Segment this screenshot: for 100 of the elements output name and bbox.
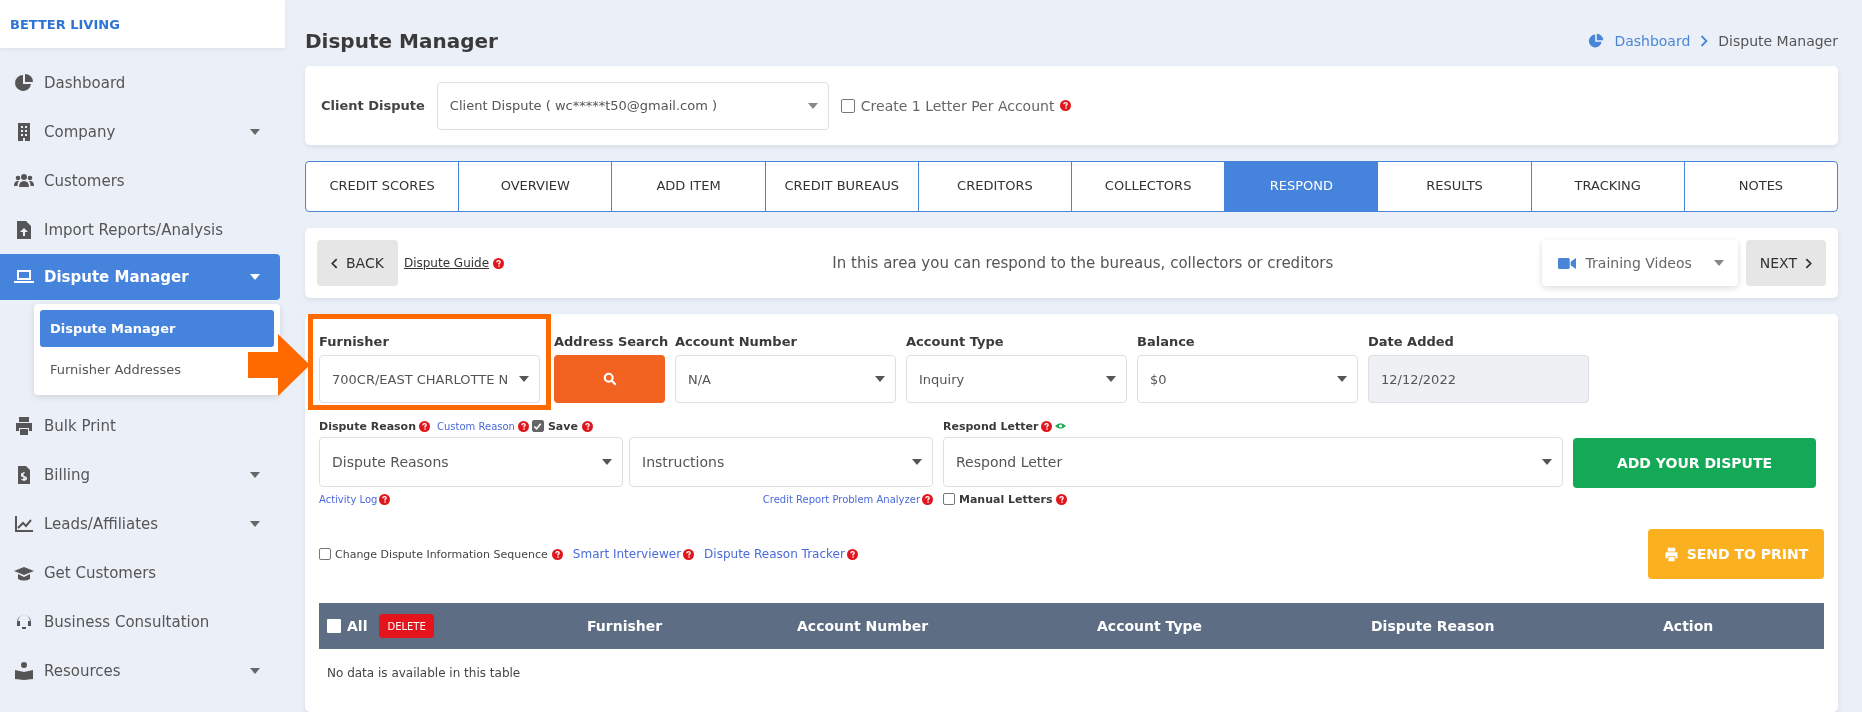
select-field[interactable]: Instructions [629, 437, 933, 487]
tab[interactable]: RESPOND [1225, 162, 1379, 211]
file-upload-icon [14, 219, 34, 240]
sidebar-item[interactable]: Dashboard [0, 58, 280, 107]
checkbox[interactable] [943, 493, 955, 505]
breadcrumb-current: Dispute Manager [1718, 33, 1838, 49]
field-label: Date Added [1368, 334, 1455, 349]
caret-icon [1337, 376, 1347, 382]
arrow-drawing [248, 334, 310, 396]
checkbox-label: Create 1 Letter Per Account [860, 97, 1055, 114]
client-select[interactable]: Client Dispute ( wc*****t50@gmail.com ) [436, 81, 829, 130]
caret-icon [875, 376, 885, 382]
sidebar-item[interactable]: Business Consultation [0, 597, 280, 646]
date-field: 12/12/2022 [1368, 355, 1589, 403]
pie-chart-icon [14, 72, 34, 93]
tab[interactable]: CREDIT BUREAUS [765, 162, 919, 211]
help-icon[interactable] [1056, 493, 1068, 505]
brand-logo[interactable]: BETTER LIVING [0, 0, 285, 48]
caret-icon [912, 459, 922, 465]
column-header: All [347, 618, 368, 634]
activity-log-link[interactable]: Activity Log [319, 493, 378, 505]
checkbox[interactable] [319, 548, 331, 560]
help-icon[interactable] [581, 420, 593, 432]
caret-icon [807, 102, 818, 109]
caret-icon [1106, 376, 1116, 382]
caret-icon [519, 376, 529, 382]
dispute-guide-link[interactable]: Dispute Guide [403, 256, 490, 270]
empty-table-message: No data is available in this table [326, 665, 522, 680]
tab[interactable]: NOTES [1684, 162, 1837, 211]
select-field[interactable]: N/A [675, 355, 896, 403]
help-icon[interactable] [379, 493, 391, 505]
tab[interactable]: RESULTS [1378, 162, 1532, 211]
sidebar-item[interactable]: Leads/Affiliates [0, 499, 280, 548]
select-field[interactable]: 700CR/EAST CHARLOTTE N [319, 355, 540, 403]
help-icon[interactable] [1041, 420, 1053, 432]
printer-icon [1663, 546, 1679, 562]
field-label: Furnisher [319, 334, 390, 349]
checkbox-label: Save [547, 419, 578, 433]
sidebar-item[interactable]: Billing [0, 450, 280, 499]
select-field[interactable]: $0 [1137, 355, 1358, 403]
field-label: Client Dispute [321, 98, 425, 113]
book-reader-icon [14, 660, 34, 681]
checkbox[interactable] [840, 98, 855, 113]
caret-icon [602, 459, 612, 465]
page-title: Dispute Manager [305, 29, 498, 53]
printer-icon [14, 415, 34, 436]
tab[interactable]: TRACKING [1531, 162, 1685, 211]
checkbox-label: Manual Letters [959, 492, 1053, 506]
chevron-right-icon [1805, 257, 1812, 269]
field-label: Account Type [906, 334, 1005, 349]
checkbox[interactable] [327, 619, 341, 633]
training-videos-dropdown[interactable]: Training Videos [1541, 240, 1738, 286]
select-field[interactable]: Dispute Reasons [319, 437, 623, 487]
field-label: Account Number [675, 334, 798, 349]
field-label: Dispute Reason [319, 419, 416, 433]
column-header: Account Number [797, 618, 929, 634]
help-icon[interactable] [419, 420, 430, 432]
tab[interactable]: OVERVIEW [459, 162, 613, 211]
text-link[interactable]: Smart Interviewer [572, 547, 682, 561]
pie-chart-icon [1588, 33, 1605, 49]
submenu-item[interactable]: Dispute Manager [40, 310, 274, 347]
problem-analyzer-link[interactable]: Credit Report Problem Analyzer [762, 493, 920, 505]
sidebar-item[interactable]: Resources [0, 646, 280, 695]
text-link[interactable]: Dispute Reason Tracker [704, 547, 845, 561]
tab[interactable]: CREDITORS [918, 162, 1072, 211]
sidebar-item[interactable]: Dispute Manager [0, 254, 280, 300]
checkbox-label: Change Dispute Information Sequence [335, 547, 548, 561]
help-icon[interactable] [922, 493, 933, 505]
help-icon[interactable] [493, 257, 505, 269]
help-icon[interactable] [683, 548, 695, 560]
submenu-item[interactable]: Furnisher Addresses [40, 349, 185, 389]
tab[interactable]: CREDIT SCORES [306, 162, 460, 211]
sidebar-item[interactable]: Company [0, 107, 280, 156]
chevron-right-icon [1700, 35, 1709, 47]
select-field[interactable]: Respond Letter [943, 437, 1563, 487]
column-header: Action [1663, 618, 1714, 634]
sidebar-item[interactable]: Bulk Print [0, 401, 280, 450]
sidebar-item[interactable]: Customers [0, 156, 280, 205]
search-icon [602, 372, 617, 386]
delete-button[interactable]: DELETE [379, 614, 434, 638]
checkbox[interactable] [531, 420, 544, 432]
field-label: Respond Letter [943, 419, 1039, 433]
sidebar-item[interactable]: Import Reports/Analysis [0, 205, 280, 254]
custom-reason-link[interactable]: Custom Reason [437, 420, 515, 432]
caret-icon [1713, 260, 1724, 266]
sidebar-item[interactable]: Get Customers [0, 548, 280, 597]
help-icon[interactable] [846, 548, 858, 560]
video-camera-icon [1557, 256, 1576, 270]
eye-icon[interactable] [1055, 422, 1067, 430]
help-icon[interactable] [551, 548, 563, 560]
back-button[interactable]: BACK [317, 240, 398, 286]
column-header: Dispute Reason [1371, 618, 1495, 634]
select-field[interactable]: Inquiry [906, 355, 1127, 403]
help-icon[interactable] [517, 420, 529, 432]
caret-icon [1542, 459, 1552, 465]
field-label: Balance [1137, 334, 1196, 349]
next-button[interactable]: NEXT [1745, 240, 1826, 286]
column-header: Account Type [1097, 618, 1203, 634]
help-icon[interactable] [1060, 100, 1072, 111]
tab[interactable]: ADD ITEM [612, 162, 766, 211]
